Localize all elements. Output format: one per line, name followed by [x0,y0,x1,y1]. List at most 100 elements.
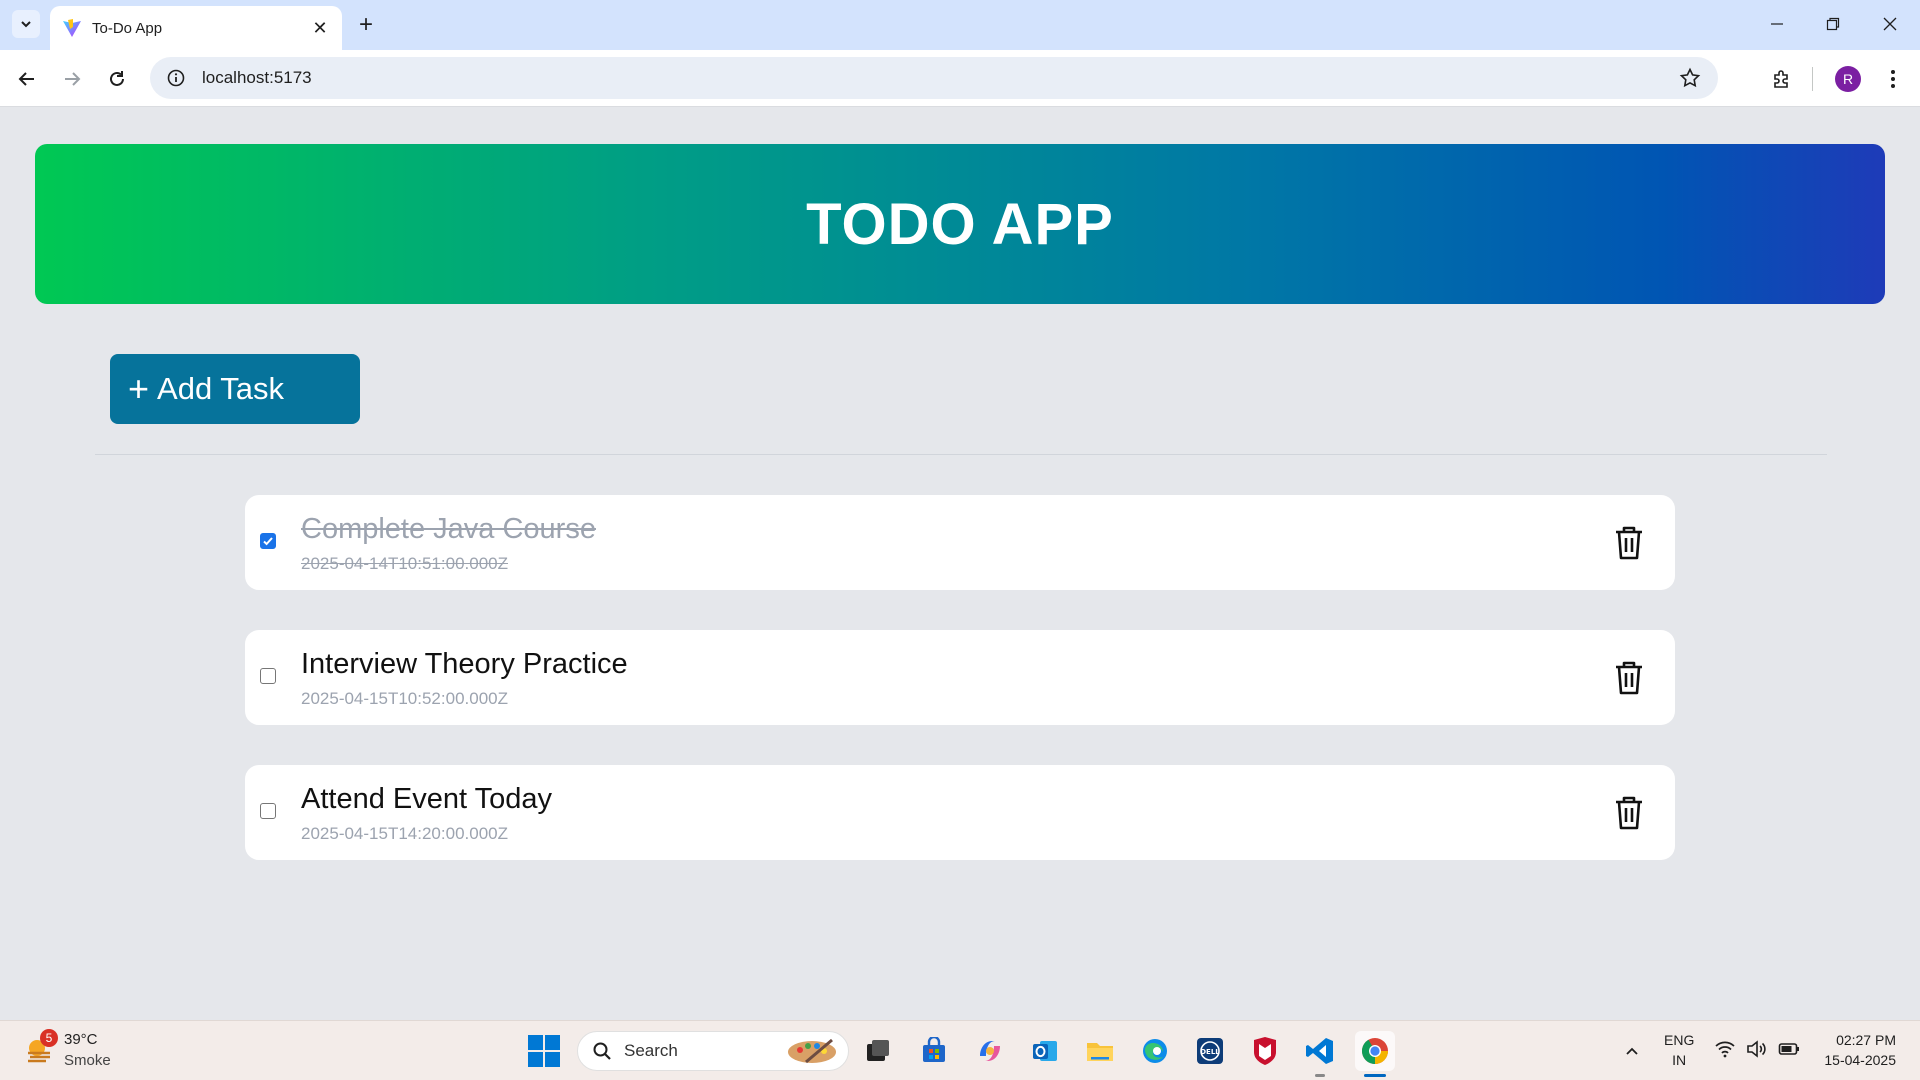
task-checkbox[interactable] [260,533,276,549]
tab-todo-app[interactable]: To-Do App ✕ [50,6,342,50]
battery-icon [1778,1043,1799,1055]
search-icon [593,1042,611,1060]
avatar: R [1835,66,1861,92]
delete-task-button[interactable] [1611,793,1647,833]
trash-icon [1616,796,1642,830]
url-text[interactable]: localhost:5173 [202,68,1670,88]
delete-task-button[interactable] [1611,523,1647,563]
vscode-running-indicator [1315,1074,1325,1077]
task-item: Attend Event Today 2025-04-15T14:20:00.0… [245,765,1675,860]
puzzle-icon [1774,70,1788,88]
close-icon [1883,17,1897,31]
profile-button[interactable]: R [1833,64,1863,94]
clock-time: 02:27 PM [1836,1032,1896,1048]
microsoft-store-button[interactable] [914,1031,954,1071]
vscode-icon [1306,1038,1333,1064]
weather-alert-badge: 5 [40,1029,58,1047]
task-view-button[interactable] [858,1031,898,1071]
clock-date: 15-04-2025 [1824,1052,1896,1068]
task-title: Complete Java Course [301,513,596,545]
copilot-button[interactable] [970,1031,1010,1071]
section-divider [95,454,1827,455]
chrome-icon [1361,1038,1388,1065]
delete-task-button[interactable] [1611,658,1647,698]
windows-start-button[interactable] [528,1035,560,1067]
browser-tab-strip: To-Do App ✕ + [0,0,1920,50]
file-explorer-button[interactable] [1080,1031,1120,1071]
minimize-icon [1771,23,1783,25]
folder-icon [1087,1043,1113,1061]
volume-icon [1747,1040,1766,1058]
system-clock[interactable]: 02:27 PM 15-04-2025 [1816,1030,1896,1070]
svg-text:DELL: DELL [1200,1048,1220,1056]
bookmark-star-icon[interactable] [1670,58,1710,98]
close-window-button[interactable] [1870,8,1910,40]
page-title: TODO APP [806,191,1114,257]
language-code: ENG [1664,1032,1695,1048]
plus-icon: + [128,368,150,409]
task-view-icon [867,1040,889,1061]
arrow-right-icon [65,72,81,86]
add-task-label: Add Task [157,371,284,406]
back-button[interactable] [12,64,42,94]
chevron-up-icon [1626,1047,1638,1055]
app-header-banner: TODO APP [35,144,1885,304]
arrow-left-icon [18,72,34,86]
paint-palette-icon [788,1038,836,1064]
outlook-icon [1033,1041,1057,1061]
outlook-button[interactable] [1025,1031,1065,1071]
task-title: Attend Event Today [301,783,552,815]
browser-menu-button[interactable] [1878,64,1908,94]
forward-button[interactable] [57,64,87,94]
search-label: Search [624,1041,678,1060]
add-task-button[interactable]: + Add Task [110,354,360,424]
region-code: IN [1672,1052,1687,1068]
task-date: 2025-04-15T10:52:00.000Z [301,689,508,708]
taskbar-search-box[interactable]: Search [577,1031,849,1071]
copilot-icon [980,1041,1000,1061]
checkmark-icon [263,537,273,546]
mcafee-shield-icon [1254,1037,1276,1065]
tab-search-button[interactable] [12,10,40,38]
task-title: Interview Theory Practice [301,648,628,680]
reload-icon [110,71,124,86]
browser-toolbar: localhost:5173 R [0,50,1920,107]
windows-logo-icon [528,1035,543,1050]
chrome-active-indicator [1364,1074,1386,1077]
new-tab-button[interactable]: + [352,11,380,39]
dell-icon: DELL [1197,1038,1223,1064]
task-checkbox[interactable] [260,803,276,819]
show-hidden-icons-button[interactable] [1620,1039,1644,1063]
language-indicator[interactable]: ENG IN [1664,1030,1694,1070]
restore-icon [1826,17,1840,31]
edge-button[interactable] [1135,1031,1175,1071]
mcafee-button[interactable] [1245,1031,1285,1071]
task-item: Complete Java Course 2025-04-14T10:51:00… [245,495,1675,590]
vite-logo-icon [63,19,81,37]
wifi-icon [1715,1041,1735,1058]
chevron-down-icon [21,21,31,28]
edge-icon [1143,1039,1167,1063]
weather-temperature: 39°C [64,1031,98,1048]
system-tray-icons[interactable] [1714,1039,1800,1059]
toolbar-separator [1812,67,1813,91]
tab-close-icon[interactable]: ✕ [308,16,332,40]
task-date: 2025-04-15T14:20:00.000Z [301,824,508,843]
trash-icon [1616,526,1642,560]
kebab-menu-icon [1891,70,1895,88]
tab-title: To-Do App [92,19,163,37]
chrome-button[interactable] [1355,1031,1395,1071]
site-info-icon[interactable] [156,58,196,98]
windows-taskbar: 5 39°C Smoke Search DELL ENG IN 02:27 PM… [0,1020,1920,1080]
address-bar[interactable]: localhost:5173 [150,57,1718,99]
vscode-button[interactable] [1300,1031,1340,1071]
task-item: Interview Theory Practice 2025-04-15T10:… [245,630,1675,725]
restore-button[interactable] [1813,8,1853,40]
task-checkbox[interactable] [260,668,276,684]
trash-icon [1616,661,1642,695]
weather-condition: Smoke [64,1052,111,1069]
minimize-button[interactable] [1757,8,1797,40]
reload-button[interactable] [102,64,132,94]
extensions-button[interactable] [1767,64,1797,94]
dell-app-button[interactable]: DELL [1190,1031,1230,1071]
